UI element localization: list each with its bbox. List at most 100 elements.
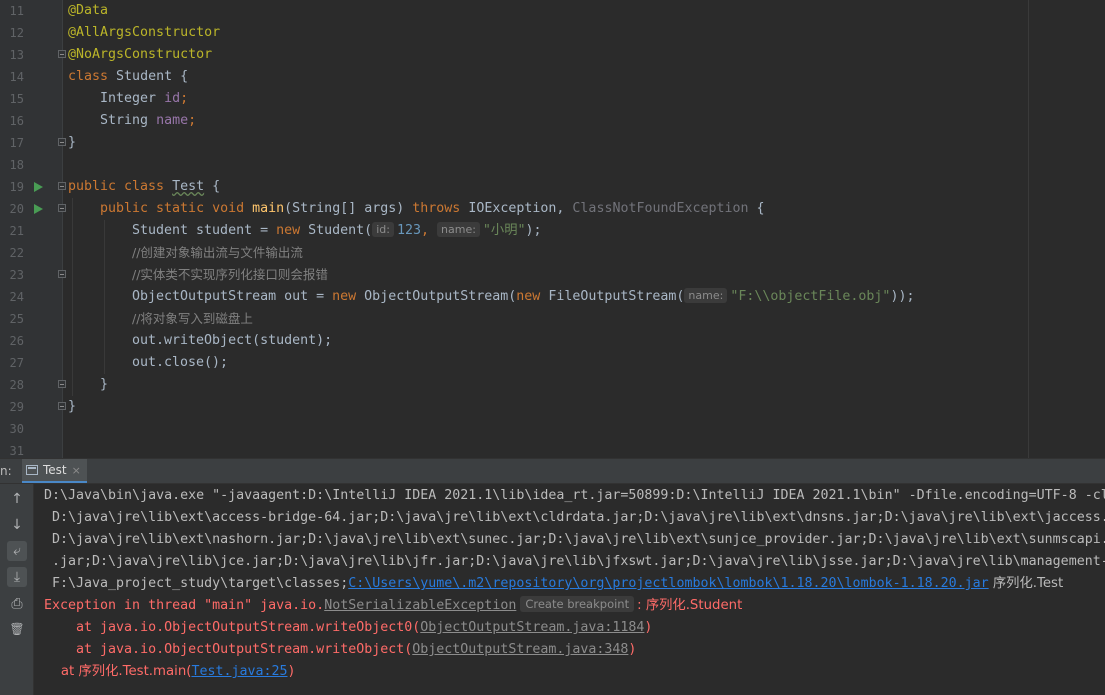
fold-marker[interactable] xyxy=(58,380,66,388)
line-number: 31 xyxy=(9,444,24,458)
code-line: 31 xyxy=(0,440,1105,458)
param-hint-id: id: xyxy=(372,222,394,237)
fold-marker[interactable] xyxy=(58,204,66,212)
lombok-jar-link[interactable]: C:\Users\yume\.m2\repository\org\project… xyxy=(348,576,988,591)
line-number: 18 xyxy=(9,158,24,172)
arrow-up-icon[interactable]: ↑ xyxy=(7,489,27,509)
closing-brace: } xyxy=(68,135,77,150)
statement-output-stream: ObjectOutputStream out = new ObjectOutpu… xyxy=(132,288,915,304)
tab-test[interactable]: Test × xyxy=(22,459,87,483)
arrow-down-icon[interactable]: ↓ xyxy=(7,515,27,535)
comment: //将对象写入到磁盘上 xyxy=(132,311,253,326)
line-number: 15 xyxy=(9,92,24,106)
line-number: 22 xyxy=(9,246,24,260)
statement-close: out.close(); xyxy=(132,355,229,370)
stack-source-link[interactable]: ObjectOutputStream.java:348 xyxy=(412,642,628,657)
line-number: 25 xyxy=(9,312,24,326)
line-number: 19 xyxy=(9,180,24,194)
field-declaration: Integer id; xyxy=(100,91,189,106)
line-number: 29 xyxy=(9,400,24,414)
run-main-icon[interactable] xyxy=(34,204,43,214)
fold-marker[interactable] xyxy=(58,182,66,190)
code-line: 23 //实体类不实现序列化接口则会报错 xyxy=(0,264,1105,286)
closing-brace: } xyxy=(100,377,109,392)
fold-marker[interactable] xyxy=(58,270,66,278)
annotation-noargs: @NoArgsConstructor xyxy=(68,47,213,62)
line-number: 23 xyxy=(9,268,24,282)
method-declaration: public static void main(String[] args) t… xyxy=(100,201,765,216)
stack-trace-line: at java.io.ObjectOutputStream.writeObjec… xyxy=(44,642,637,657)
line-number: 11 xyxy=(9,4,24,18)
fold-marker[interactable] xyxy=(58,138,66,146)
line-number: 28 xyxy=(9,378,24,392)
line-number: 27 xyxy=(9,356,24,370)
line-number: 20 xyxy=(9,202,24,216)
statement-write-object: out.writeObject(student); xyxy=(132,333,333,348)
code-line: 19 public class Test { xyxy=(0,176,1105,198)
console-classpath-line: F:\Java_project_study\target\classes;C:\… xyxy=(44,576,1064,591)
code-line: 12 @AllArgsConstructor xyxy=(0,22,1105,44)
code-line: 24 ObjectOutputStream out = new ObjectOu… xyxy=(0,286,1105,308)
class-declaration: class Student { xyxy=(68,69,189,84)
stack-trace-line: at 序列化.Test.main(Test.java:25) xyxy=(44,664,296,679)
param-hint-name: name: xyxy=(684,288,728,303)
closing-brace: } xyxy=(68,399,77,414)
line-number: 30 xyxy=(9,422,24,436)
code-editor[interactable]: 11 @Data 12 @AllArgsConstructor 13 @NoAr… xyxy=(0,0,1105,458)
code-line: 17 } xyxy=(0,132,1105,154)
code-line: 18 xyxy=(0,154,1105,176)
exception-class-link[interactable]: NotSerializableException xyxy=(324,598,516,613)
run-panel-header: n: Test × xyxy=(0,458,1105,484)
fold-marker[interactable] xyxy=(58,50,66,58)
trash-icon[interactable]: 🗑 xyxy=(7,619,27,639)
soft-wrap-icon[interactable]: ⤶ xyxy=(7,541,27,561)
field-declaration: String name; xyxy=(100,113,197,128)
annotation-allargs: @AllArgsConstructor xyxy=(68,25,221,40)
scroll-to-end-icon[interactable]: ⤓ xyxy=(7,567,27,587)
code-line: 29 } xyxy=(0,396,1105,418)
tab-label: Test xyxy=(43,463,67,477)
code-line: 11 @Data xyxy=(0,0,1105,22)
code-line: 16 String name; xyxy=(0,110,1105,132)
statement-new-student: Student student = new Student(id: 123, na… xyxy=(132,222,542,238)
fold-marker[interactable] xyxy=(58,402,66,410)
console-line: .jar;D:\java\jre\lib\jce.jar;D:\java\jre… xyxy=(44,554,1105,569)
exception-line: Exception in thread "main" java.io.NotSe… xyxy=(44,596,743,613)
code-line: 14 class Student { xyxy=(0,66,1105,88)
class-declaration: public class Test { xyxy=(68,179,221,194)
annotation-data: @Data xyxy=(68,3,109,18)
line-number: 21 xyxy=(9,224,24,238)
code-line: 15 Integer id; xyxy=(0,88,1105,110)
code-line: 30 xyxy=(0,418,1105,440)
line-number: 12 xyxy=(9,26,24,40)
close-icon[interactable]: × xyxy=(72,464,81,477)
stack-source-link[interactable]: ObjectOutputStream.java:1184 xyxy=(420,620,644,635)
console-line: D:\java\jre\lib\ext\nashorn.jar;D:\java\… xyxy=(44,532,1105,547)
code-line: 20 public static void main(String[] args… xyxy=(0,198,1105,220)
param-hint-name: name: xyxy=(437,222,480,237)
line-number: 14 xyxy=(9,70,24,84)
console-toolbar: ↑ ↓ ⤶ ⤓ ⎙ 🗑 xyxy=(0,484,34,695)
line-number: 13 xyxy=(9,48,24,62)
print-icon[interactable]: ⎙ xyxy=(7,594,27,614)
code-line: 28 } xyxy=(0,374,1105,396)
code-line: 13 @NoArgsConstructor xyxy=(0,44,1105,66)
create-breakpoint-button[interactable]: Create breakpoint xyxy=(520,596,635,612)
line-number: 17 xyxy=(9,136,24,150)
code-line: 27 out.close(); xyxy=(0,352,1105,374)
run-class-icon[interactable] xyxy=(34,182,43,192)
code-line: 25 //将对象写入到磁盘上 xyxy=(0,308,1105,330)
line-number: 26 xyxy=(9,334,24,348)
code-line: 26 out.writeObject(student); xyxy=(0,330,1105,352)
code-line: 22 //创建对象输出流与文件输出流 xyxy=(0,242,1105,264)
run-console[interactable]: ↑ ↓ ⤶ ⤓ ⎙ 🗑 D:\Java\bin\java.exe "-javaa… xyxy=(0,484,1105,695)
run-config-icon xyxy=(26,465,38,475)
comment: //实体类不实现序列化接口则会报错 xyxy=(132,267,328,282)
stack-trace-line: at java.io.ObjectOutputStream.writeObjec… xyxy=(44,620,653,635)
console-line: D:\java\jre\lib\ext\access-bridge-64.jar… xyxy=(44,510,1105,525)
comment: //创建对象输出流与文件输出流 xyxy=(132,245,303,260)
line-number: 16 xyxy=(9,114,24,128)
line-number: 24 xyxy=(9,290,24,304)
run-panel-prefix: n: xyxy=(0,464,12,478)
stack-source-link[interactable]: Test.java:25 xyxy=(191,664,287,679)
